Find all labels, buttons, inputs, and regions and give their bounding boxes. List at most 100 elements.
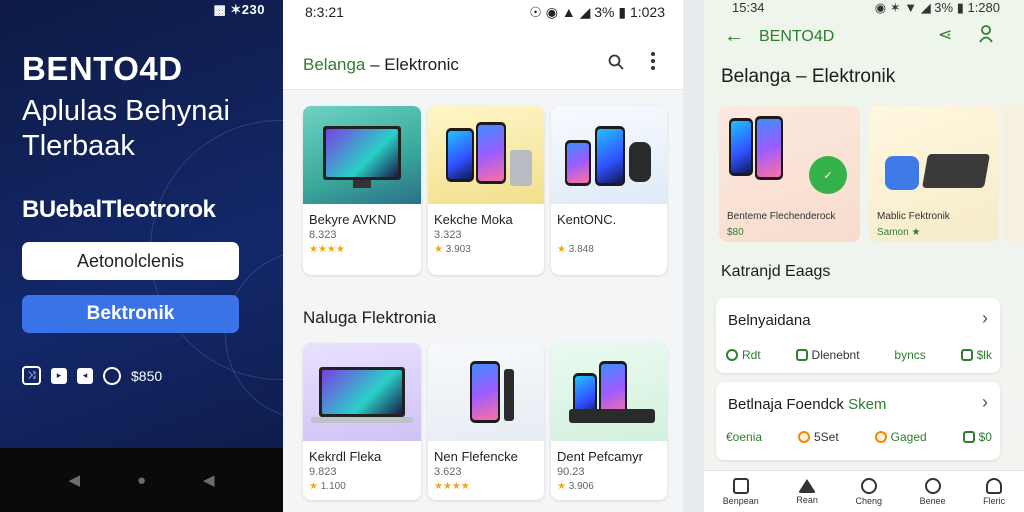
chip[interactable]: Dlenebnt (795, 348, 860, 362)
promo-subtitle: BUebalTleotrorok (22, 196, 216, 223)
profile-icon[interactable] (978, 25, 994, 43)
page-title-rest: – Elektronic (365, 55, 459, 74)
promo-icon-row: ⤨ ▸ ◂ $850 (22, 366, 162, 385)
shop-screen: 8:3:21 ☉ ◉ ▲ ◢ 3% ▮ 1:023 Belanga – Elek… (283, 0, 683, 512)
home-icon (798, 478, 817, 493)
product-card[interactable]: Kekrdl Fleka 9.823 ★ 1.100 (303, 343, 421, 500)
product-price: 90.23 (557, 466, 585, 478)
product-name: Kekche Moka (434, 212, 513, 227)
product-rating: ★ 3.848 (557, 244, 594, 255)
product-rating: ★★★★ (309, 244, 345, 255)
page-title: Belanga – Elektronic (303, 55, 459, 75)
category-tile[interactable]: Mablic Fektronik Samon ★ (869, 106, 999, 242)
chip-row: €oenia 5Set Gaged $0 (726, 430, 992, 444)
profile-icon (986, 477, 1003, 494)
nav-item-categories[interactable]: Rean (796, 478, 818, 505)
chip[interactable]: Rdt (726, 348, 761, 362)
section-title: Naluga Flektronia (303, 308, 437, 327)
product-card[interactable]: Nen Flefencke 3.623 ★★★★ (428, 343, 544, 500)
status-time: 8:3:21 (305, 4, 344, 20)
back-nav-icon[interactable]: ◀ (68, 471, 80, 489)
product-rating: ★ 3.906 (557, 481, 594, 492)
sound-icon[interactable]: ◂ (77, 367, 93, 384)
nav-item-search[interactable]: Benee (920, 477, 946, 506)
status-bar: 15:34 ◉ ✶ ▼ ◢ 3% ▮ 1:280 (732, 0, 1000, 16)
stage: ▩ ✶230 BENTO4D Aplulas Behynai Tlerbaak … (0, 0, 1024, 512)
nav-item-chat[interactable]: Cheng (855, 477, 882, 506)
category-tile[interactable] (1004, 106, 1024, 242)
row-title: Betlnaja Foendck Skem (728, 396, 887, 413)
product-image (551, 106, 667, 204)
chat-icon (860, 477, 877, 494)
chip[interactable]: 5Set (798, 430, 839, 444)
tagline: Aplulas Behynai Tlerbaak (22, 95, 230, 162)
product-image (428, 343, 544, 441)
star-icon: ★ (434, 244, 443, 255)
play-icon[interactable]: ▸ (51, 367, 67, 384)
chip[interactable]: $0 (962, 430, 992, 444)
page-title: Belanga – Elektronik (721, 66, 896, 87)
product-name: KentONC. (557, 212, 617, 227)
star-icon: ★★★★ (434, 481, 470, 492)
nav-item-more[interactable]: Fleric (983, 477, 1005, 506)
status-icons: ☉ ◉ ▲ ◢ 3% ▮ 1:023 (529, 4, 665, 20)
back-arrow-icon[interactable]: ← (724, 25, 744, 48)
category-row[interactable]: Belnyaidana › Rdt Dlenebnt byncs $lk (716, 298, 1000, 373)
chip[interactable]: byncs (894, 348, 925, 362)
secondary-button[interactable]: Aetonolclenis (22, 242, 239, 280)
product-name: Nen Flefencke (434, 449, 518, 464)
product-card[interactable]: Bekyre AVKND 8.323 ★★★★ (303, 106, 421, 275)
more-menu-icon[interactable] (651, 52, 655, 73)
product-rating: ★ 3.903 (434, 244, 471, 255)
recents-nav-icon[interactable]: ◀ (203, 471, 215, 489)
product-card[interactable]: KentONC. ★ 3.848 (551, 106, 667, 275)
product-card[interactable]: Dent Pefcamyr 90.23 ★ 3.906 (551, 343, 667, 500)
chip[interactable]: €oenia (726, 430, 762, 444)
promo-screen: ▩ ✶230 BENTO4D Aplulas Behynai Tlerbaak … (0, 0, 283, 512)
tile-name: Mablic Fektronik (877, 211, 950, 222)
status-bar: 8:3:21 ☉ ◉ ▲ ◢ 3% ▮ 1:023 (305, 4, 665, 21)
nav-item-home[interactable]: Benpean (723, 477, 759, 506)
star-icon: ★ (557, 481, 566, 492)
chip[interactable]: Gaged (874, 430, 927, 444)
chip[interactable]: $lk (960, 348, 992, 362)
product-image (303, 106, 421, 204)
product-rating: ★★★★ (434, 481, 470, 492)
brand-title: BENTO4D (22, 50, 183, 87)
primary-button[interactable]: Bektronik (22, 295, 239, 333)
category-tile[interactable]: ✓ Benteme Flechenderock $80 (719, 106, 860, 242)
page-title-accent: Belanga (303, 55, 366, 74)
product-price: 8.323 (309, 229, 337, 241)
product-rating: ★ 1.100 (309, 481, 346, 492)
chevron-right-icon[interactable]: › (982, 308, 988, 329)
category-screen: 15:34 ◉ ✶ ▼ ◢ 3% ▮ 1:280 ← BENTO4D ⋖ Bel… (704, 0, 1024, 512)
shuffle-icon[interactable]: ⤨ (22, 366, 41, 385)
tile-subtitle: Samon ★ (877, 227, 921, 238)
chevron-right-icon[interactable]: › (982, 392, 988, 413)
product-image (303, 343, 421, 441)
promo-price: $850 (131, 367, 163, 384)
product-card[interactable]: Kekche Moka 3.323 ★ 3.903 (428, 106, 544, 275)
product-price: 3.623 (434, 466, 462, 478)
share-icon[interactable]: ⋖ (938, 25, 952, 45)
search-icon (924, 477, 941, 494)
status-bar: ▩ ✶230 (213, 2, 265, 17)
home-nav-icon[interactable]: ● (137, 472, 146, 489)
row-title: Belnyaidana (728, 312, 811, 329)
section-title: Katranjd Eaags (721, 263, 831, 280)
category-row[interactable]: Betlnaja Foendck Skem › €oenia 5Set Gage… (716, 382, 1000, 460)
product-price: 3.323 (434, 229, 462, 241)
status-time: 15:34 (732, 0, 765, 15)
search-icon[interactable] (608, 54, 624, 70)
product-name: Dent Pefcamyr (557, 449, 643, 464)
product-name: Kekrdl Fleka (309, 449, 382, 464)
app-logo-icon (885, 156, 919, 190)
tile-subtitle: $80 (727, 227, 744, 238)
chat-icon[interactable] (103, 366, 121, 385)
star-icon: ★ (557, 244, 566, 255)
chip-row: Rdt Dlenebnt byncs $lk (726, 348, 992, 362)
tile-name: Benteme Flechenderock (727, 211, 836, 222)
app-bar: 8:3:21 ☉ ◉ ▲ ◢ 3% ▮ 1:023 Belanga – Elek… (283, 0, 683, 90)
star-icon: ★ (309, 481, 318, 492)
grid-icon (732, 477, 749, 494)
